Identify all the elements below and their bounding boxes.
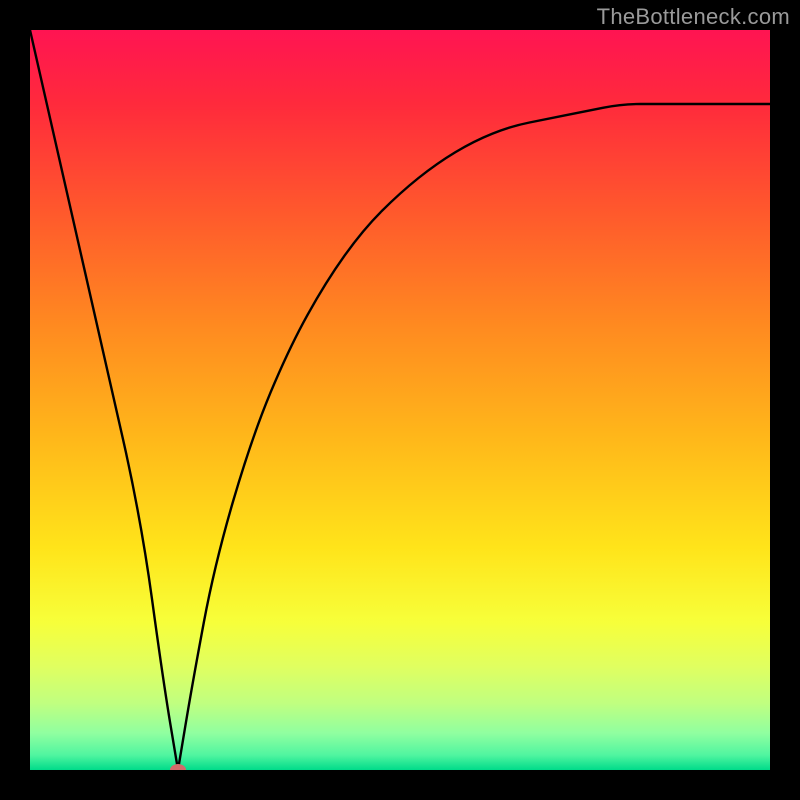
optimal-point-marker [170,764,186,770]
watermark-text: TheBottleneck.com [597,4,790,30]
bottleneck-curve-svg [30,30,770,770]
plot-area [30,30,770,770]
chart-frame: TheBottleneck.com [0,0,800,800]
bottleneck-curve [30,30,770,770]
